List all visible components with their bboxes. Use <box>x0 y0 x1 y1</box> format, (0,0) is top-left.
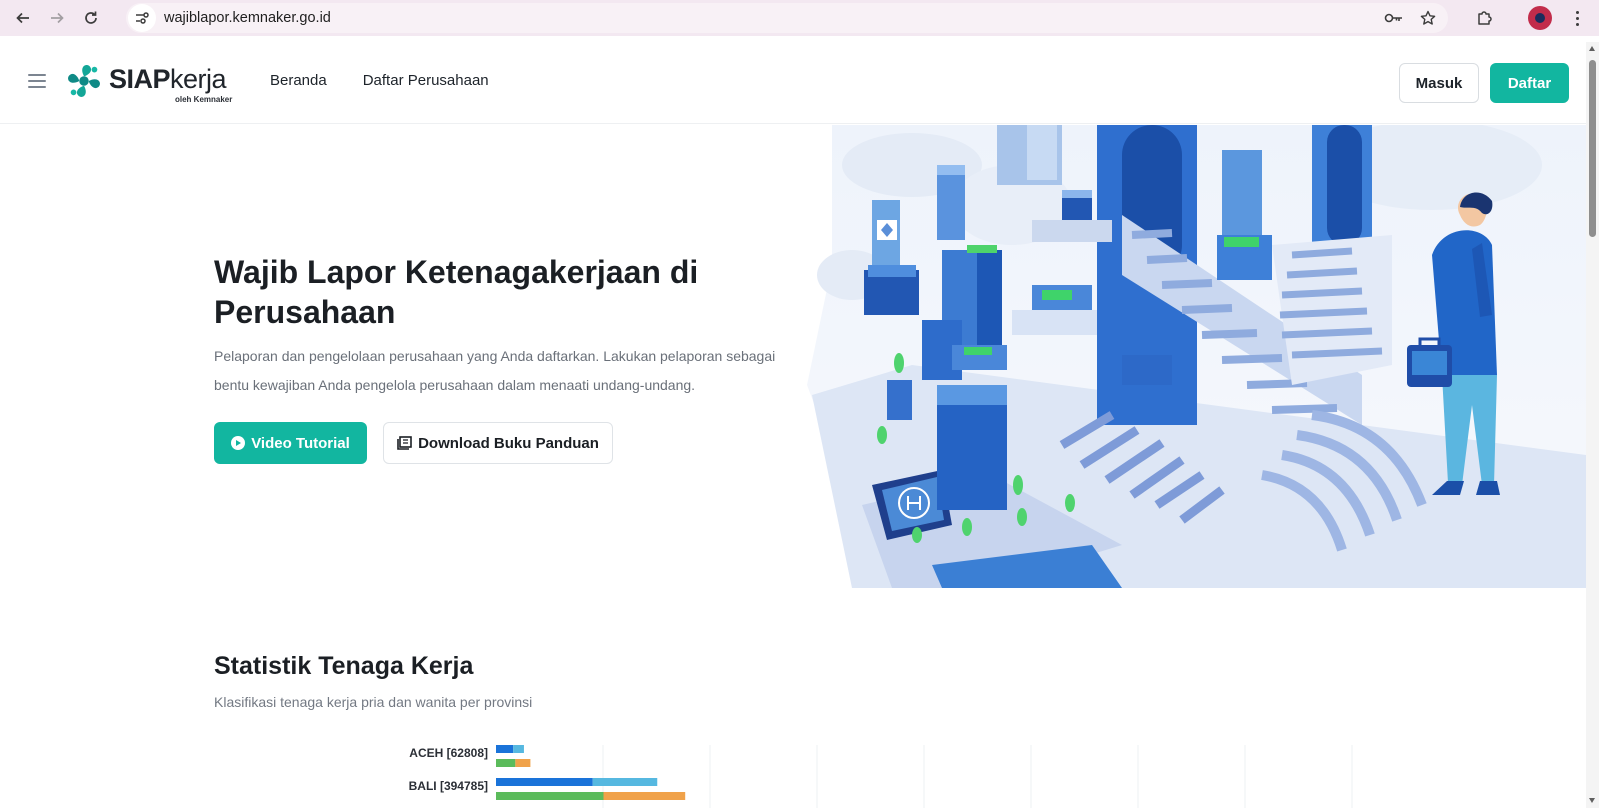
reload-icon <box>85 11 97 24</box>
scrollbar-thumb[interactable] <box>1589 60 1596 237</box>
nav-link-daftar-perusahaan[interactable]: Daftar Perusahaan <box>363 72 489 89</box>
tune-icon <box>136 12 149 24</box>
chart-bar-segment[interactable] <box>496 792 604 800</box>
scroll-down-arrow-icon[interactable] <box>1589 798 1595 803</box>
stats-title: Statistik Tenaga Kerja <box>214 652 474 680</box>
chart-bar-segment[interactable] <box>496 745 514 753</box>
hero-city-illustration <box>792 125 1586 588</box>
nav-link-beranda[interactable]: Beranda <box>270 72 327 89</box>
logo-text-main: SIAP <box>109 64 171 94</box>
avatar-image <box>1535 13 1545 23</box>
download-guide-label: Download Buku Panduan <box>418 434 599 452</box>
chart-category-label: ACEH [62808] <box>409 746 488 760</box>
browser-menu-button[interactable] <box>1566 3 1588 33</box>
hamburger-menu-icon[interactable] <box>28 74 46 88</box>
profile-avatar[interactable] <box>1528 6 1552 30</box>
chart-bar-segment[interactable] <box>515 759 531 767</box>
kebab-icon <box>1575 10 1579 14</box>
book-icon <box>397 436 412 450</box>
register-button[interactable]: Daftar <box>1490 63 1569 103</box>
puzzle-icon <box>1478 11 1492 25</box>
stats-subtitle: Klasifikasi tenaga kerja pria dan wanita… <box>214 694 533 710</box>
chart-bar-segment[interactable] <box>603 792 686 800</box>
chart-bar-segment[interactable] <box>496 759 516 767</box>
hero-title: Wajib Lapor Ketenagakerjaan di Perusahaa… <box>214 254 699 330</box>
chart-bar-segment[interactable] <box>513 745 524 753</box>
hero-description: Pelaporan dan pengelolaan perusahaan yan… <box>214 348 776 393</box>
back-button[interactable] <box>6 1 40 35</box>
star-icon <box>1420 10 1436 25</box>
bookmark-button[interactable] <box>1414 4 1442 32</box>
key-icon <box>1384 13 1402 23</box>
site-info-button[interactable] <box>128 4 156 32</box>
scroll-up-arrow-icon[interactable] <box>1589 46 1595 51</box>
siapkerja-logo[interactable]: SIAPkerja oleh Kemnaker <box>65 60 235 108</box>
video-tutorial-label: Video Tutorial <box>251 434 350 452</box>
chart-category-label: BALI [394785] <box>409 779 488 793</box>
site-header: SIAPkerja oleh Kemnaker Beranda Daftar P… <box>0 42 1586 124</box>
extensions-button[interactable] <box>1470 3 1500 33</box>
employment-stats-chart: ACEH [62808] BALI [394785] <box>409 745 1353 808</box>
login-button[interactable]: Masuk <box>1399 63 1479 103</box>
chart-bar-segment[interactable] <box>592 778 658 786</box>
arrow-left-icon <box>16 12 29 24</box>
video-tutorial-button[interactable]: Video Tutorial <box>214 422 367 464</box>
logo-text-suffix: kerja <box>170 64 227 94</box>
address-bar[interactable]: wajiblapor.kemnaker.go.id <box>126 3 1448 33</box>
password-button[interactable] <box>1380 4 1408 32</box>
chart-bar-segment[interactable] <box>496 778 593 786</box>
main-navigation: Beranda Daftar Perusahaan <box>270 72 489 89</box>
logo-subtitle: oleh Kemnaker <box>175 95 233 104</box>
browser-toolbar: wajiblapor.kemnaker.go.id <box>0 0 1599 36</box>
siapkerja-logo-mark-icon <box>68 65 100 97</box>
arrow-right-icon <box>51 12 64 24</box>
download-guide-button[interactable]: Download Buku Panduan <box>383 422 613 464</box>
reload-button[interactable] <box>74 1 108 35</box>
play-circle-icon <box>231 436 246 450</box>
forward-button[interactable] <box>40 1 74 35</box>
page-scrollbar[interactable] <box>1586 42 1599 808</box>
url-text[interactable]: wajiblapor.kemnaker.go.id <box>164 10 331 26</box>
